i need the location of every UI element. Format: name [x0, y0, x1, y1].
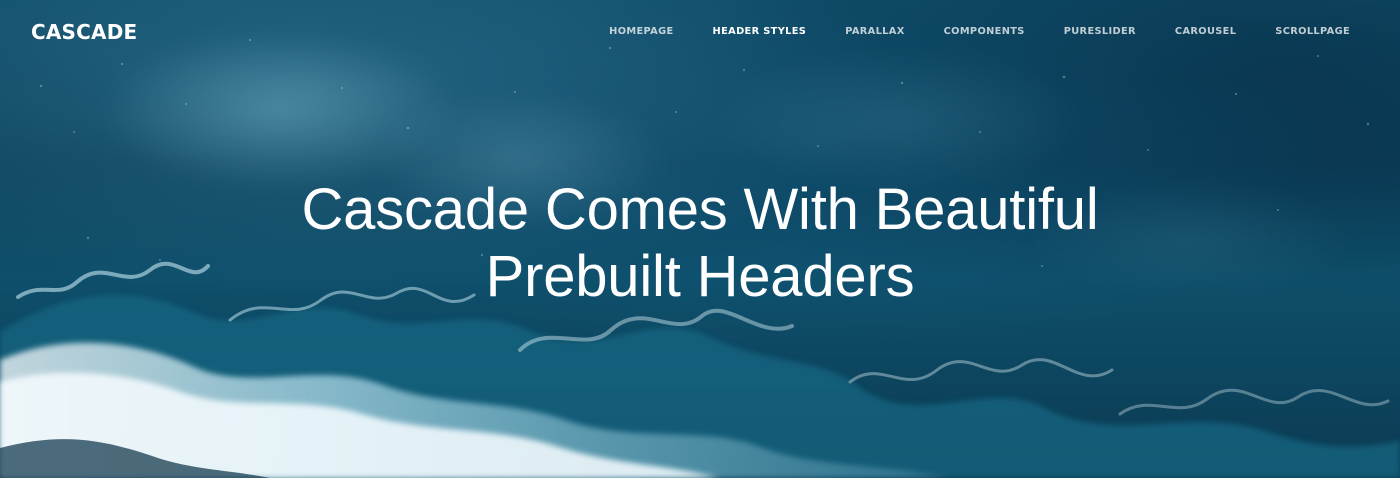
menu-list: HOMEPAGE HEADER STYLES PARALLAX COMPONEN…: [609, 26, 1350, 38]
foam-streak: [848, 358, 1114, 384]
nav-item-scrollpage[interactable]: SCROLLPAGE: [1275, 26, 1350, 38]
hero-headline-line-2: Prebuilt Headers: [485, 244, 915, 309]
nav-item-homepage[interactable]: HOMEPAGE: [609, 26, 673, 38]
nav-item-parallax[interactable]: PARALLAX: [845, 26, 904, 38]
hero-headline: Cascade Comes With Beautiful Prebuilt He…: [0, 176, 1400, 310]
nav-item-pureslider[interactable]: PURESLIDER: [1064, 26, 1136, 38]
nav-item-header-styles[interactable]: HEADER STYLES: [713, 26, 807, 38]
foam-streak: [1118, 388, 1390, 416]
nav-item-carousel[interactable]: CAROUSEL: [1175, 26, 1236, 38]
brand-logo[interactable]: CASCADE: [31, 20, 137, 44]
nav-item-components[interactable]: COMPONENTS: [944, 26, 1025, 38]
hero-section: CASCADE HOMEPAGE HEADER STYLES PARALLAX …: [0, 0, 1400, 478]
hero-headline-line-1: Cascade Comes With Beautiful: [301, 177, 1099, 242]
ocean-mist-patch: [710, 45, 1090, 195]
top-navigation: CASCADE HOMEPAGE HEADER STYLES PARALLAX …: [0, 0, 1400, 62]
